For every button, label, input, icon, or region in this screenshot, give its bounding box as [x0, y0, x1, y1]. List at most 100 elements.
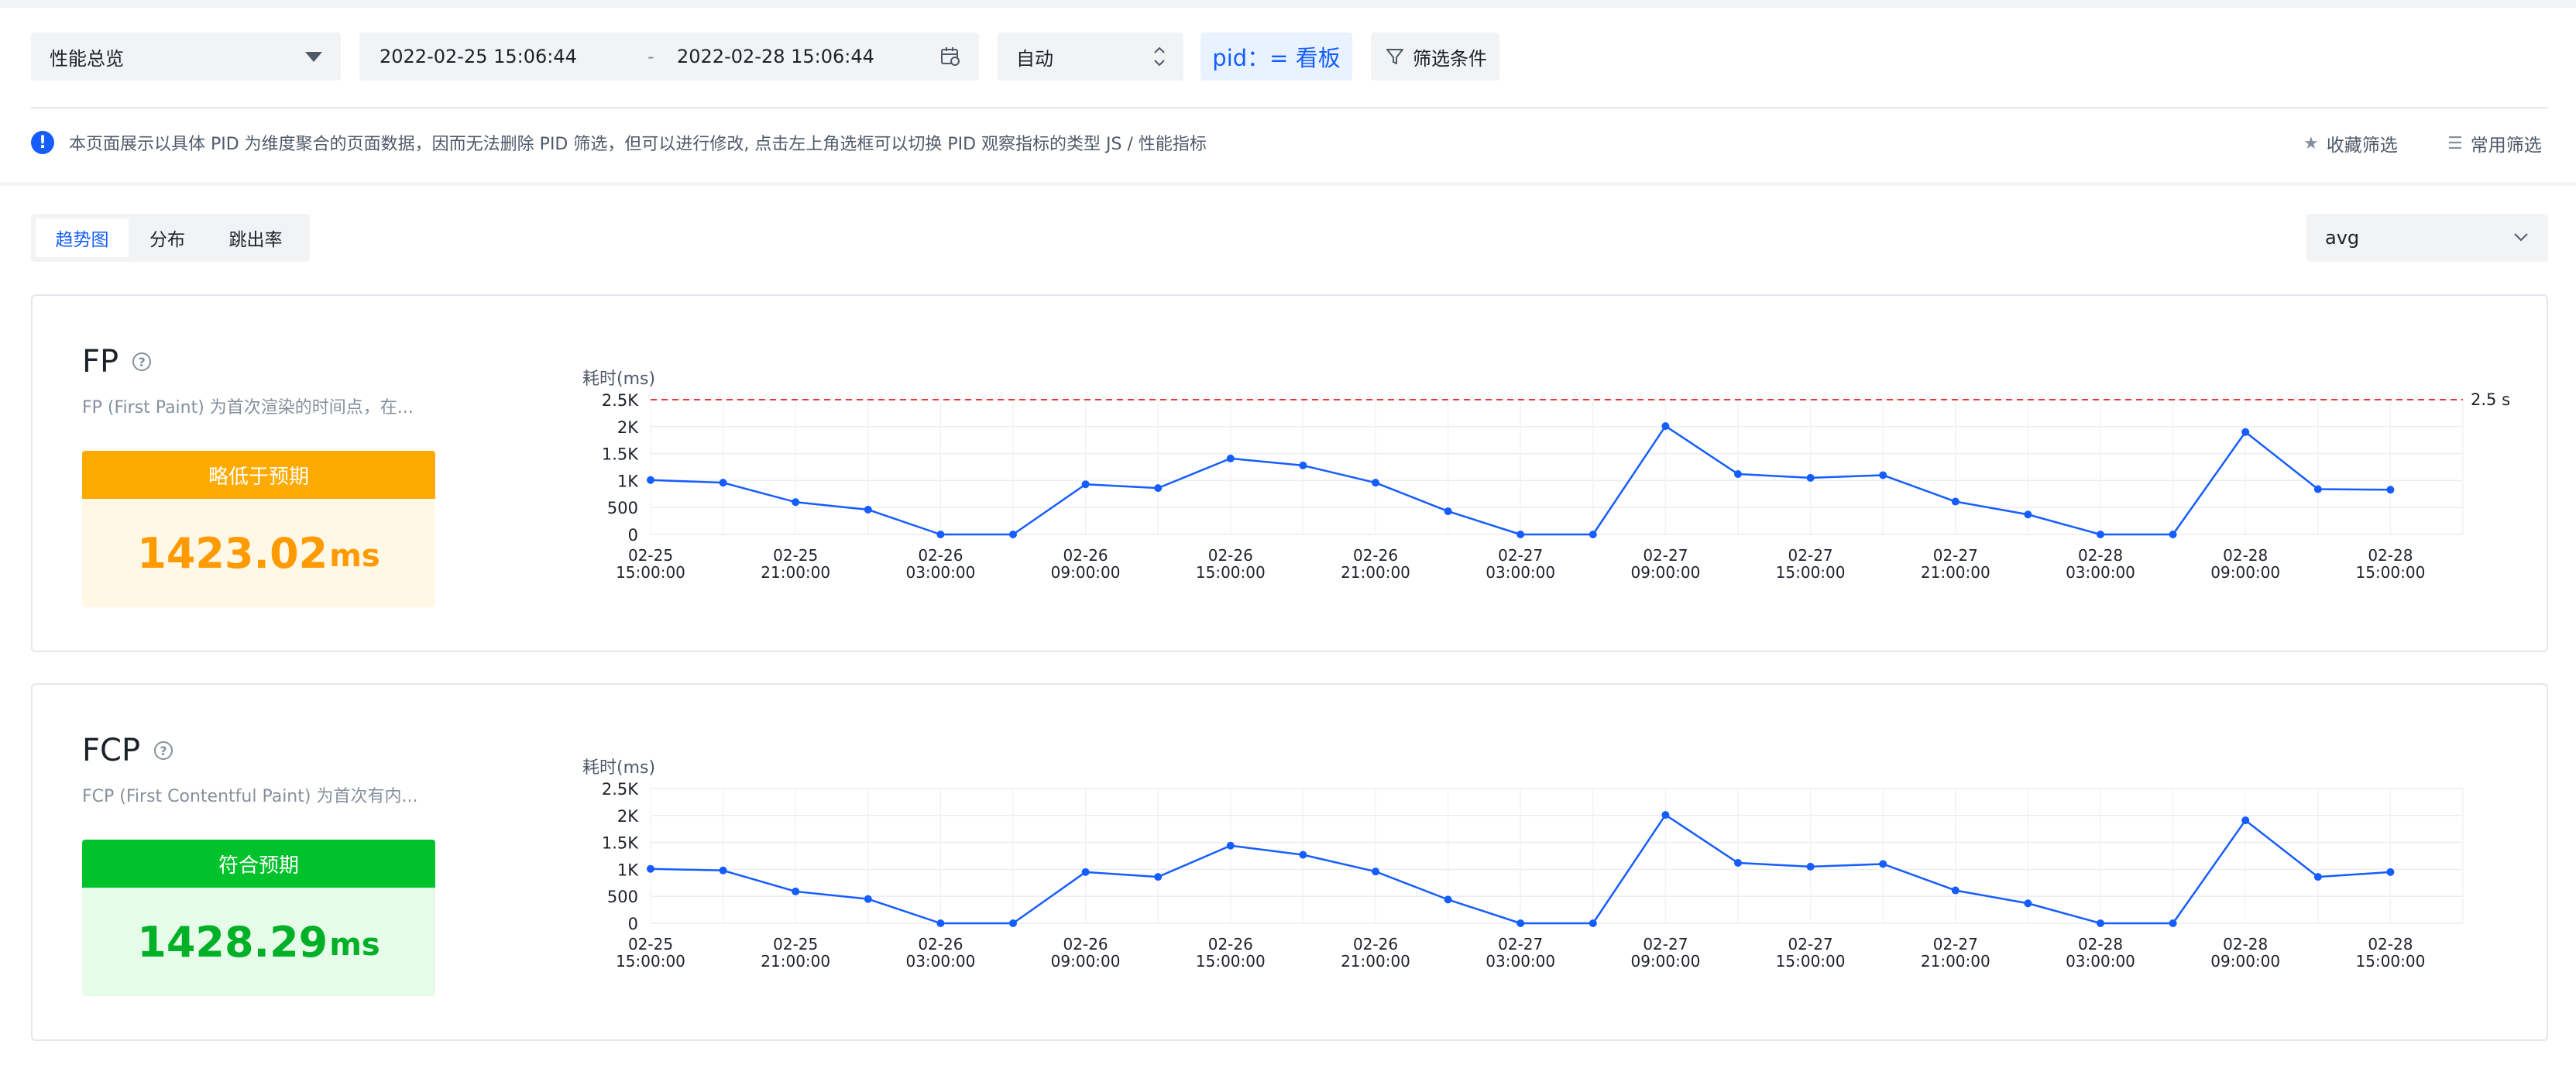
date-start[interactable]: 2022-02-25 15:06:44 — [380, 46, 577, 67]
data-point — [1661, 422, 1670, 431]
metric-title-text: FP — [82, 344, 119, 380]
metric-value: 1428.29 ms — [82, 888, 435, 996]
x-tick-label: 09:00:00 — [1630, 952, 1700, 971]
x-tick-label: 09:00:00 — [2210, 952, 2280, 971]
data-point — [2024, 899, 2032, 908]
x-tick-label: 02-26 — [918, 546, 963, 565]
metric-status-box: 略低于预期 1423.02 ms — [82, 451, 435, 607]
view-tabs: 趋势图 分布 跳出率 — [31, 214, 310, 262]
info-icon: ! — [31, 131, 54, 154]
filter-conditions-button[interactable]: 筛选条件 — [1371, 33, 1499, 81]
common-filter-label: 常用筛选 — [2470, 136, 2542, 156]
data-point — [719, 866, 727, 874]
metric-value-unit: ms — [329, 538, 380, 574]
data-point — [647, 476, 654, 484]
data-point — [1951, 886, 1959, 895]
x-tick-label: 03:00:00 — [905, 952, 975, 971]
collect-filter-label: 收藏筛选 — [2326, 136, 2398, 156]
granularity-select[interactable]: 自动 — [998, 33, 1183, 81]
y-tick-label: 500 — [607, 888, 638, 906]
date-end[interactable]: 2022-02-28 15:06:44 — [677, 46, 874, 67]
data-point — [1081, 480, 1090, 489]
x-tick-label: 15:00:00 — [616, 952, 685, 971]
aggregate-value: avg — [2325, 227, 2360, 249]
x-tick-label: 02-27 — [1788, 935, 1833, 953]
x-tick-label: 02-26 — [1353, 935, 1398, 953]
granularity-value: 自动 — [1016, 47, 1053, 70]
x-tick-label: 02-27 — [1933, 546, 1978, 565]
data-point — [1009, 919, 1017, 927]
y-axis-label: 耗时(ms) — [582, 758, 655, 778]
y-tick-label: 1K — [617, 472, 639, 490]
view-select[interactable]: 性能总览 — [31, 33, 341, 81]
fp-trend-chart: 耗时(ms)05001K1.5K2K2.5K02-2515:00:0002-25… — [582, 369, 2510, 582]
data-point — [647, 864, 654, 873]
data-point — [1154, 873, 1163, 881]
data-point — [1879, 860, 1887, 868]
data-point — [1516, 531, 1525, 538]
chevron-down-icon — [2514, 233, 2528, 242]
x-tick-label: 15:00:00 — [1196, 563, 1266, 582]
x-tick-label: 09:00:00 — [1051, 563, 1121, 582]
aggregate-select[interactable]: avg — [2306, 214, 2548, 262]
x-tick-label: 15:00:00 — [616, 563, 685, 582]
y-tick-label: 1.5K — [602, 834, 639, 853]
metric-description: FCP (First Contentful Paint) 为首次有内... — [82, 787, 418, 806]
metric-title: FP ? — [82, 344, 152, 380]
data-point — [719, 479, 727, 487]
x-tick-label: 02-27 — [1498, 935, 1543, 953]
data-point — [1372, 479, 1379, 487]
data-point — [792, 498, 800, 507]
x-tick-label: 21:00:00 — [1341, 563, 1410, 582]
y-tick-label: 0 — [628, 915, 638, 933]
data-point — [1009, 531, 1017, 538]
data-point — [1516, 919, 1525, 927]
collect-filter-button[interactable]: ★ 收藏筛选 — [2303, 130, 2398, 156]
data-point — [2313, 485, 2322, 493]
tab-trend[interactable]: 趋势图 — [36, 218, 129, 257]
pid-filter-tag[interactable]: pid：= 看板 — [1200, 33, 1352, 81]
x-tick-label: 09:00:00 — [2210, 563, 2280, 582]
x-tick-label: 02-28 — [2078, 935, 2123, 953]
divider — [31, 107, 2548, 108]
x-tick-label: 21:00:00 — [1921, 563, 1990, 582]
metric-value-number: 1428.29 — [137, 917, 328, 967]
x-tick-label: 15:00:00 — [1196, 952, 1266, 971]
tab-distribution[interactable]: 分布 — [129, 218, 206, 257]
help-icon[interactable]: ? — [154, 741, 173, 760]
y-tick-label: 1K — [617, 861, 639, 879]
metric-card-fp: FP ? FP (First Paint) 为首次渲染的时间点，在... 略低于… — [31, 294, 2548, 652]
data-point — [1951, 497, 1959, 506]
x-tick-label: 02-26 — [918, 935, 963, 953]
data-point — [1661, 811, 1670, 819]
x-tick-label: 03:00:00 — [1485, 952, 1555, 971]
data-point — [1444, 895, 1452, 904]
date-separator: - — [647, 46, 654, 67]
data-point — [936, 919, 945, 927]
help-icon[interactable]: ? — [132, 352, 152, 371]
data-point — [1081, 868, 1090, 876]
data-point — [864, 895, 872, 903]
x-tick-label: 02-26 — [1208, 546, 1253, 565]
data-point — [792, 887, 800, 895]
x-tick-label: 15:00:00 — [1776, 563, 1846, 582]
x-tick-label: 09:00:00 — [1051, 952, 1121, 971]
calendar-icon[interactable] — [940, 46, 960, 67]
data-point — [1299, 850, 1307, 859]
x-tick-label: 02-26 — [1208, 935, 1253, 953]
x-tick-label: 02-25 — [773, 546, 818, 565]
x-tick-label: 02-28 — [2223, 935, 2268, 953]
metric-value-unit: ms — [329, 927, 380, 963]
date-range-picker[interactable]: 2022-02-25 15:06:44 - 2022-02-28 15:06:4… — [359, 33, 979, 81]
view-select-value: 性能总览 — [50, 47, 124, 70]
data-point — [1226, 454, 1235, 462]
metric-value: 1423.02 ms — [82, 499, 435, 607]
data-point — [1734, 470, 1742, 479]
data-point — [936, 531, 945, 538]
data-point — [2169, 919, 2177, 927]
x-tick-label: 02-27 — [1498, 546, 1543, 565]
tab-bounce-rate[interactable]: 跳出率 — [206, 218, 305, 257]
common-filter-button[interactable]: ☰ 常用筛选 — [2447, 130, 2542, 156]
funnel-icon — [1386, 49, 1403, 64]
data-point — [1589, 919, 1597, 927]
